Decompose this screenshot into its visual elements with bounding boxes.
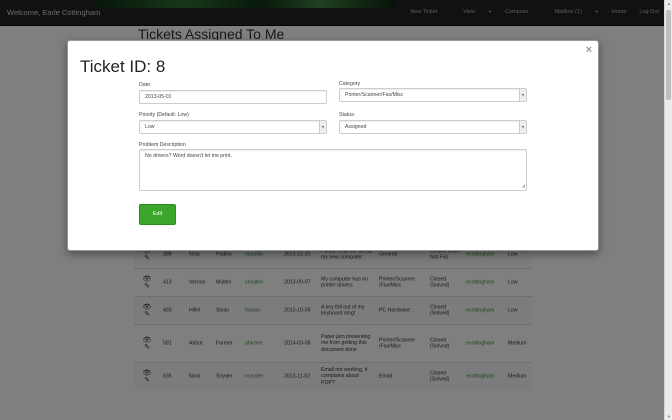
date-field[interactable]: 2013-05-01: [139, 90, 327, 104]
category-label: Category: [339, 81, 361, 87]
chevron-down-icon: ▼: [519, 121, 526, 133]
scroll-down-arrow[interactable]: ▼: [666, 414, 672, 419]
priority-value: Low: [145, 124, 155, 130]
close-icon[interactable]: ×: [586, 44, 592, 56]
page-scrollbar[interactable]: ▲ ▼: [664, 0, 672, 420]
description-value: No drivers? Word doesn't let me print.: [145, 153, 232, 159]
ticket-modal: × Ticket ID: 8 Date: 2013-05-01 Category…: [67, 40, 599, 251]
category-value: Printer/Scanner/Fax/Misc: [345, 92, 404, 98]
date-label: Date:: [139, 82, 152, 88]
resize-grip-icon[interactable]: ◢: [522, 183, 525, 189]
scrollbar-thumb[interactable]: [666, 10, 671, 100]
category-select[interactable]: Printer/Scanner/Fax/Misc ▼: [339, 88, 527, 102]
chevron-down-icon: ▼: [319, 121, 326, 133]
edit-button[interactable]: Edit: [139, 204, 176, 225]
scroll-up-arrow[interactable]: ▲: [666, 1, 672, 6]
chevron-down-icon: ▼: [519, 89, 526, 101]
priority-label: Priority (Default: Low): [139, 112, 189, 118]
description-label: Problem Description: [139, 142, 186, 148]
description-textarea[interactable]: No drivers? Word doesn't let me print. ◢: [139, 149, 527, 191]
priority-select[interactable]: Low ▼: [139, 120, 327, 134]
status-label: Status:: [339, 112, 356, 118]
status-value: Assigned: [345, 124, 367, 130]
status-select[interactable]: Assigned ▼: [339, 120, 527, 134]
modal-title: Ticket ID: 8: [80, 57, 166, 76]
